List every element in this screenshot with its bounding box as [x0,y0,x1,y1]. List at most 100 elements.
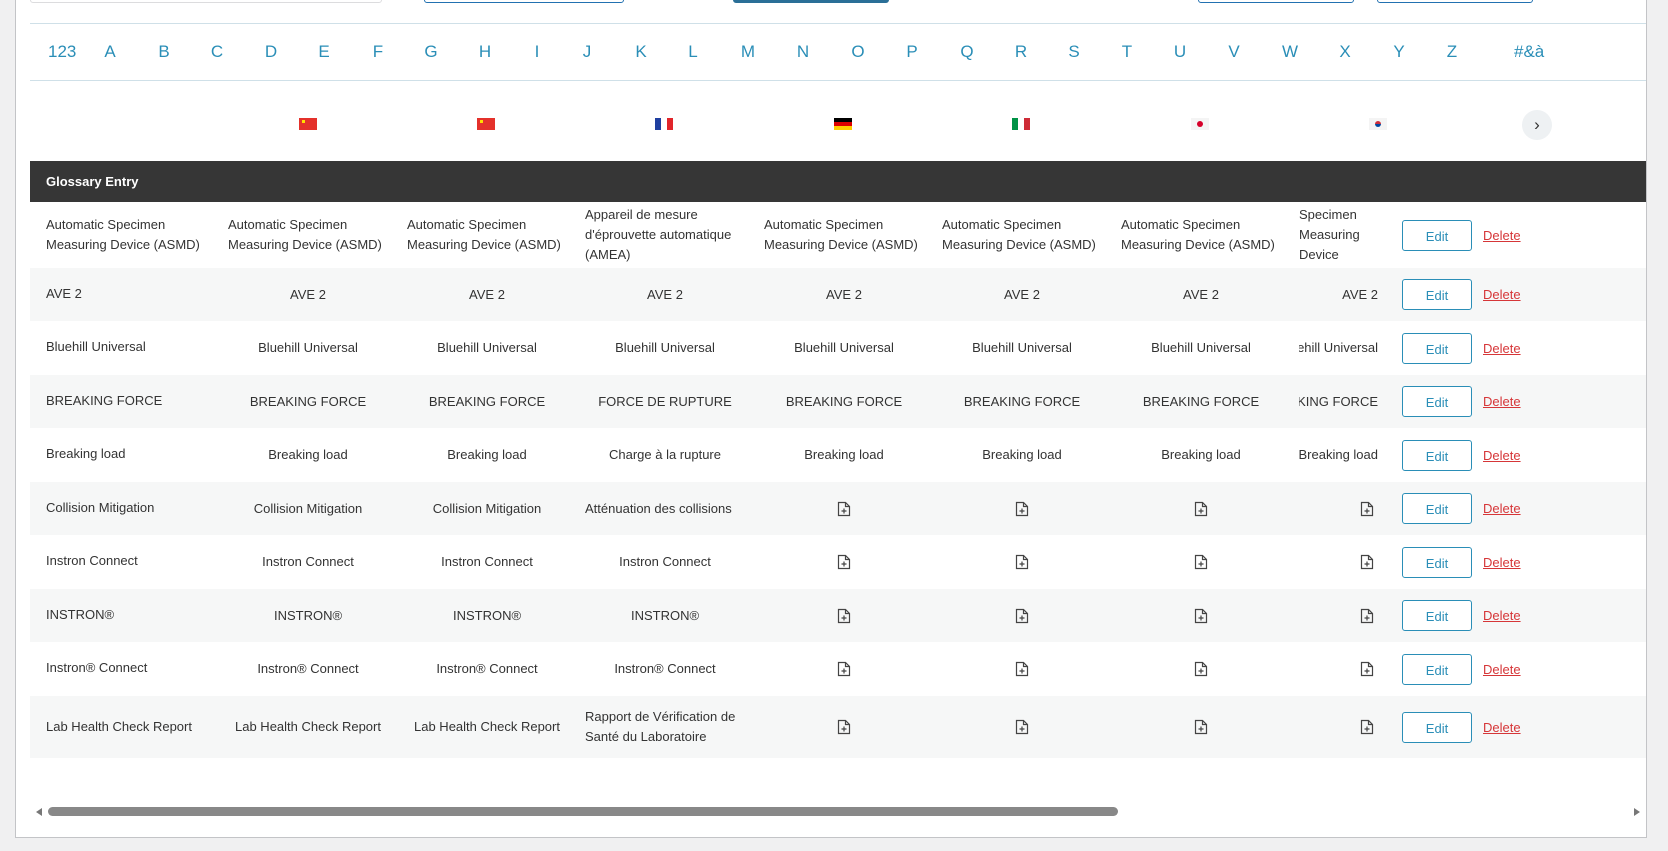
edit-button[interactable]: Edit [1402,654,1472,685]
alphabet-link[interactable]: W [1282,24,1298,80]
file-plus-icon[interactable] [1015,661,1029,677]
alphabet-link[interactable]: V [1228,24,1239,80]
file-plus-icon[interactable] [1194,661,1208,677]
edit-button[interactable]: Edit [1402,440,1472,471]
delete-link[interactable]: Delete [1483,287,1521,302]
file-plus-icon[interactable] [1360,501,1374,517]
alphabet-link[interactable]: U [1174,24,1186,80]
add-translation-cell[interactable] [1299,535,1378,589]
edit-button[interactable]: Edit [1402,493,1472,524]
file-plus-icon[interactable] [837,554,851,570]
export-button[interactable] [1377,0,1533,3]
alphabet-link[interactable]: X [1339,24,1350,80]
add-translation-cell[interactable] [764,696,924,758]
alphabet-link[interactable]: L [688,24,697,80]
delete-link[interactable]: Delete [1483,608,1521,623]
alphabet-link[interactable]: I [535,24,540,80]
delete-link[interactable]: Delete [1483,720,1521,735]
search-input[interactable] [30,0,382,3]
alphabet-link[interactable]: E [318,24,329,80]
flag-cn-icon[interactable] [299,118,317,130]
file-plus-icon[interactable] [1194,554,1208,570]
edit-button[interactable]: Edit [1402,547,1472,578]
alphabet-link[interactable]: B [158,24,169,80]
add-translation-cell[interactable] [942,535,1102,589]
add-translation-cell[interactable] [1121,696,1281,758]
add-translation-cell[interactable] [764,589,924,642]
file-plus-icon[interactable] [1194,501,1208,517]
alphabet-link[interactable]: M [741,24,755,80]
flag-kr-icon[interactable] [1369,118,1387,130]
add-translation-cell[interactable] [942,696,1102,758]
flag-jp-icon[interactable] [1191,118,1209,130]
file-plus-icon[interactable] [1360,661,1374,677]
delete-link[interactable]: Delete [1483,394,1521,409]
alphabet-link[interactable]: P [906,24,917,80]
scroll-left-arrow-icon[interactable] [36,808,42,816]
filter-button[interactable] [424,0,624,3]
file-plus-icon[interactable] [1360,554,1374,570]
delete-link[interactable]: Delete [1483,555,1521,570]
delete-link[interactable]: Delete [1483,448,1521,463]
scroll-right-arrow-icon[interactable] [1634,808,1640,816]
add-translation-cell[interactable] [1299,589,1378,642]
add-translation-cell[interactable] [1121,642,1281,696]
flag-cn-icon[interactable] [477,118,495,130]
alphabet-link[interactable]: Y [1393,24,1404,80]
file-plus-icon[interactable] [1194,608,1208,624]
file-plus-icon[interactable] [1015,719,1029,735]
delete-link[interactable]: Delete [1483,501,1521,516]
alphabet-link[interactable]: Q [960,24,973,80]
file-plus-icon[interactable] [837,719,851,735]
file-plus-icon[interactable] [837,661,851,677]
add-translation-cell[interactable] [1299,642,1378,696]
edit-button[interactable]: Edit [1402,279,1472,310]
file-plus-icon[interactable] [1360,608,1374,624]
add-translation-cell[interactable] [942,589,1102,642]
add-translation-cell[interactable] [1121,589,1281,642]
alphabet-link[interactable]: C [211,24,223,80]
primary-button[interactable] [733,0,889,3]
add-translation-cell[interactable] [1121,482,1281,535]
file-plus-icon[interactable] [1360,719,1374,735]
flag-fr-icon[interactable] [655,118,673,130]
flag-it-icon[interactable] [1012,118,1030,130]
alphabet-link[interactable]: J [583,24,592,80]
alphabet-link[interactable]: N [797,24,809,80]
edit-button[interactable]: Edit [1402,386,1472,417]
alphabet-link[interactable]: K [635,24,646,80]
add-translation-cell[interactable] [1299,482,1378,535]
add-translation-cell[interactable] [1121,535,1281,589]
alphabet-link[interactable]: 123 [48,24,76,80]
scrollbar-thumb[interactable] [48,807,1118,816]
delete-link[interactable]: Delete [1483,341,1521,356]
alphabet-link[interactable]: H [479,24,491,80]
file-plus-icon[interactable] [1194,719,1208,735]
add-translation-cell[interactable] [1299,696,1378,758]
next-languages-button[interactable]: › [1522,110,1552,140]
edit-button[interactable]: Edit [1402,600,1472,631]
delete-link[interactable]: Delete [1483,662,1521,677]
alphabet-link[interactable]: S [1068,24,1079,80]
flag-de-icon[interactable] [834,118,852,130]
add-translation-cell[interactable] [942,642,1102,696]
alphabet-link[interactable]: F [373,24,383,80]
edit-button[interactable]: Edit [1402,220,1472,251]
add-translation-cell[interactable] [764,482,924,535]
alphabet-link[interactable]: R [1015,24,1027,80]
file-plus-icon[interactable] [1015,501,1029,517]
alphabet-link[interactable]: O [851,24,864,80]
alphabet-link[interactable]: #&à [1514,24,1544,80]
add-translation-cell[interactable] [942,482,1102,535]
import-button[interactable] [1198,0,1354,3]
file-plus-icon[interactable] [1015,554,1029,570]
file-plus-icon[interactable] [1015,608,1029,624]
alphabet-link[interactable]: D [265,24,277,80]
file-plus-icon[interactable] [837,608,851,624]
alphabet-link[interactable]: G [424,24,437,80]
add-translation-cell[interactable] [764,642,924,696]
edit-button[interactable]: Edit [1402,333,1472,364]
edit-button[interactable]: Edit [1402,712,1472,743]
delete-link[interactable]: Delete [1483,228,1521,243]
file-plus-icon[interactable] [837,501,851,517]
